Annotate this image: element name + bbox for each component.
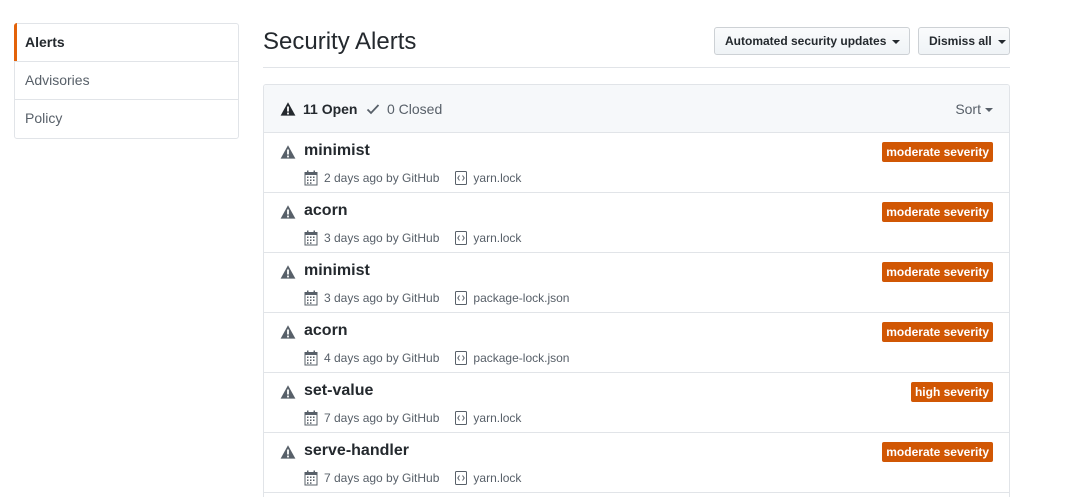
file-code-icon <box>455 351 468 365</box>
alert-package-name[interactable]: acorn <box>304 202 348 220</box>
sidebar-item-alerts[interactable]: Alerts <box>14 23 238 62</box>
severity-badge: moderate severity <box>882 202 993 222</box>
alerts-list-header: 11 Open 0 Closed Sort <box>264 85 1009 133</box>
alert-time: 3 days ago by GitHub <box>324 231 440 245</box>
severity-badge: moderate severity <box>882 142 993 162</box>
alert-time: 3 days ago by GitHub <box>324 291 440 305</box>
alert-row: acorn 3 days ago by GitHub yarn.lock mod… <box>264 193 1009 253</box>
calendar-icon <box>304 470 318 486</box>
file-code-icon <box>455 231 468 245</box>
caret-down-icon <box>892 39 901 44</box>
calendar-icon <box>304 410 318 426</box>
alert-time: 4 days ago by GitHub <box>324 351 440 365</box>
alert-package-name[interactable]: minimist <box>304 142 370 160</box>
check-icon <box>366 104 380 115</box>
alert-row: set-value 7 days ago by GitHub yarn.lock <box>264 373 1009 433</box>
file-code-icon <box>455 291 468 305</box>
alert-row: acorn 4 days ago by GitHub package-lock.… <box>264 313 1009 373</box>
button-label: Dismiss all <box>929 34 992 48</box>
button-label: Automated security updates <box>725 34 887 48</box>
alert-icon <box>280 445 296 459</box>
sort-label: Sort <box>955 101 981 117</box>
sort-dropdown[interactable]: Sort <box>955 101 993 117</box>
automated-security-updates-button[interactable]: Automated security updates <box>714 27 910 55</box>
file-code-icon <box>455 471 468 485</box>
alert-meta: 3 days ago by GitHub yarn.lock <box>304 230 521 246</box>
severity-badge: high severity <box>910 382 993 402</box>
file-code-icon <box>455 411 468 425</box>
alert-icon <box>280 385 296 399</box>
open-count: 11 Open <box>303 101 358 117</box>
security-sidebar: Alerts Advisories Policy <box>14 23 239 139</box>
alert-manifest-file[interactable]: yarn.lock <box>473 231 521 245</box>
alert-manifest-file[interactable]: yarn.lock <box>473 471 521 485</box>
alert-package-name[interactable]: set-value <box>304 382 373 400</box>
alert-icon <box>280 102 296 116</box>
alert-icon <box>280 265 296 279</box>
alert-icon <box>280 205 296 219</box>
sidebar-item-label: Advisories <box>25 72 90 88</box>
calendar-icon <box>304 230 318 246</box>
sidebar-item-label: Policy <box>25 110 63 126</box>
alert-time: 7 days ago by GitHub <box>324 411 440 425</box>
alert-manifest-file[interactable]: yarn.lock <box>473 171 521 185</box>
severity-badge: moderate severity <box>882 442 993 462</box>
severity-badge: moderate severity <box>882 322 993 342</box>
header-divider <box>263 67 1010 68</box>
alert-icon <box>280 145 296 159</box>
alert-meta: 2 days ago by GitHub yarn.lock <box>304 170 521 186</box>
alert-icon <box>280 325 296 339</box>
file-code-icon <box>455 171 468 185</box>
calendar-icon <box>304 170 318 186</box>
alert-meta: 4 days ago by GitHub package-lock.json <box>304 350 569 366</box>
alerts-list: 11 Open 0 Closed Sort minimist 2 days ag… <box>263 84 1010 497</box>
caret-down-icon <box>985 108 993 113</box>
open-filter[interactable]: 11 Open <box>280 101 357 117</box>
alert-row: serve-handler 7 days ago by GitHub yarn.… <box>264 433 1009 493</box>
alert-manifest-file[interactable]: yarn.lock <box>473 411 521 425</box>
alert-time: 7 days ago by GitHub <box>324 471 440 485</box>
alert-rows: minimist 2 days ago by GitHub yarn.lock <box>264 133 1009 493</box>
alert-row: minimist 2 days ago by GitHub yarn.lock <box>264 133 1009 193</box>
alert-package-name[interactable]: serve-handler <box>304 442 409 460</box>
alert-meta: 7 days ago by GitHub yarn.lock <box>304 410 521 426</box>
dismiss-all-button[interactable]: Dismiss all <box>918 27 1010 55</box>
sidebar-item-label: Alerts <box>25 34 65 50</box>
alert-meta: 3 days ago by GitHub package-lock.json <box>304 290 569 306</box>
alert-package-name[interactable]: minimist <box>304 262 370 280</box>
alert-meta: 7 days ago by GitHub yarn.lock <box>304 470 521 486</box>
closed-count: 0 Closed <box>387 101 443 117</box>
alert-row: minimist 3 days ago by GitHub package-lo… <box>264 253 1009 313</box>
severity-badge: moderate severity <box>882 262 993 282</box>
calendar-icon <box>304 290 318 306</box>
page-title: Security Alerts <box>263 28 417 55</box>
sidebar-item-policy[interactable]: Policy <box>15 100 238 138</box>
alert-manifest-file[interactable]: package-lock.json <box>473 291 569 305</box>
caret-down-icon <box>997 39 1006 44</box>
security-page: Alerts Advisories Policy Security Alerts… <box>0 0 1072 497</box>
closed-filter[interactable]: 0 Closed <box>366 101 442 117</box>
alert-manifest-file[interactable]: package-lock.json <box>473 351 569 365</box>
calendar-icon <box>304 350 318 366</box>
alert-time: 2 days ago by GitHub <box>324 171 440 185</box>
alert-package-name[interactable]: acorn <box>304 322 348 340</box>
sidebar-item-advisories[interactable]: Advisories <box>15 62 238 100</box>
